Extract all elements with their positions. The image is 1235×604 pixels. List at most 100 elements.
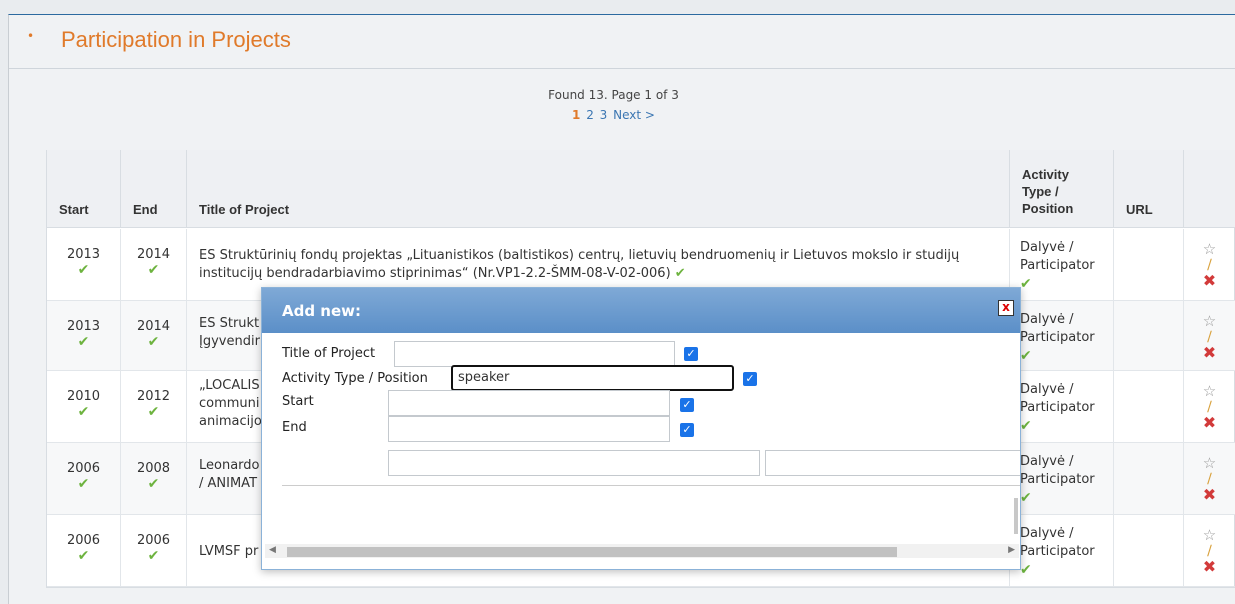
cell-start: 2010 ✔: [47, 371, 121, 442]
dialog-title: Add new:: [282, 302, 362, 320]
header-url[interactable]: URL: [1114, 150, 1184, 228]
cell-end: 2014 ✔: [121, 229, 187, 300]
end-enabled-checkbox[interactable]: ✓: [680, 423, 694, 437]
verified-check-icon: ✔: [147, 476, 160, 492]
title-of-project-input[interactable]: [394, 341, 675, 367]
cell-end: 2014 ✔: [121, 301, 187, 370]
divider: [282, 485, 1020, 486]
header-start-label: Start: [59, 202, 89, 217]
cell-end: 2012 ✔: [121, 371, 187, 442]
verified-check-icon: ✔: [1020, 490, 1032, 506]
results-summary: Found 13. Page 1 of 3: [548, 88, 679, 102]
start-year: 2013: [66, 247, 101, 262]
header-title[interactable]: Title of Project: [187, 150, 1010, 228]
scrollbar-thumb[interactable]: [287, 547, 897, 557]
panel-header: • Participation in Projects: [9, 15, 1235, 69]
activity-value: Dalyvė / Participator: [1020, 526, 1095, 559]
delete-icon[interactable]: ✖: [1203, 559, 1216, 575]
start-input[interactable]: [388, 390, 670, 416]
extra-input-2[interactable]: [765, 450, 1020, 476]
pagination: 1 2 3 Next >: [0, 108, 1227, 122]
delete-icon[interactable]: ✖: [1203, 415, 1216, 431]
cell-activity: Dalyvė / Participator ✔: [1010, 301, 1114, 370]
cell-url: [1114, 229, 1184, 300]
panel-title: Participation in Projects: [61, 27, 291, 52]
scroll-left-icon[interactable]: ◀: [269, 545, 276, 555]
header-end-label: End: [133, 202, 158, 217]
favorite-star-icon[interactable]: ☆: [1203, 313, 1216, 329]
cell-start: 2006 ✔: [47, 515, 121, 586]
favorite-star-icon[interactable]: ☆: [1203, 527, 1216, 543]
favorite-star-icon[interactable]: ☆: [1203, 383, 1216, 399]
verified-check-icon: ✔: [147, 404, 160, 420]
activity-value: Dalyvė / Participator: [1020, 240, 1095, 273]
title-enabled-checkbox[interactable]: ✓: [684, 347, 698, 361]
end-input[interactable]: [388, 416, 670, 442]
cell-url: [1114, 371, 1184, 442]
verified-check-icon: ✔: [1020, 418, 1032, 434]
cell-start: 2006 ✔: [47, 443, 121, 514]
vertical-scrollbar[interactable]: [1014, 498, 1018, 534]
header-actions: [1184, 150, 1235, 228]
collapse-toggle-icon[interactable]: •: [27, 29, 34, 43]
end-year: 2008: [136, 461, 171, 476]
end-year: 2012: [136, 389, 171, 404]
cell-url: [1114, 301, 1184, 370]
cell-actions: ☆ ∕ ✖: [1184, 371, 1235, 442]
horizontal-scrollbar[interactable]: ◀ ▶: [265, 544, 1019, 558]
verified-check-icon: ✔: [77, 476, 90, 492]
verified-check-icon: ✔: [1020, 562, 1032, 578]
page-link-2[interactable]: 2: [586, 108, 594, 122]
delete-icon[interactable]: ✖: [1203, 345, 1216, 361]
cell-actions: ☆ ∕ ✖: [1184, 229, 1235, 300]
delete-icon[interactable]: ✖: [1203, 273, 1216, 289]
favorite-star-icon[interactable]: ☆: [1203, 241, 1216, 257]
header-activity[interactable]: Activity Type / Position: [1010, 150, 1114, 228]
verified-check-icon: ✔: [147, 548, 160, 564]
header-end[interactable]: End: [121, 150, 187, 228]
start-year: 2006: [66, 533, 101, 548]
activity-enabled-checkbox[interactable]: ✓: [743, 372, 757, 386]
start-year: 2010: [66, 389, 101, 404]
header-start[interactable]: Start: [47, 150, 121, 228]
activity-value: Dalyvė / Participator: [1020, 454, 1095, 487]
extra-input-1[interactable]: [388, 450, 760, 476]
cell-activity: Dalyvė / Participator ✔: [1010, 443, 1114, 514]
activity-value: Dalyvė / Participator: [1020, 382, 1095, 415]
start-year: 2006: [66, 461, 101, 476]
next-page-link[interactable]: Next >: [613, 108, 655, 122]
project-title: LVMSF pr: [199, 544, 259, 559]
cell-end: 2008 ✔: [121, 443, 187, 514]
activity-type-value: speaker: [458, 370, 510, 385]
verified-check-icon: ✔: [77, 404, 90, 420]
cell-start: 2013 ✔: [47, 301, 121, 370]
cell-actions: ☆ ∕ ✖: [1184, 301, 1235, 370]
verified-check-icon: ✔: [147, 334, 160, 350]
activity-type-input[interactable]: speaker: [451, 365, 734, 391]
cell-activity: Dalyvė / Participator ✔: [1010, 229, 1114, 300]
cell-start: 2013 ✔: [47, 229, 121, 300]
header-url-label: URL: [1126, 202, 1153, 217]
verified-check-icon: ✔: [147, 262, 160, 278]
page-link-3[interactable]: 3: [600, 108, 608, 122]
close-icon[interactable]: x: [998, 300, 1014, 316]
cell-url: [1114, 443, 1184, 514]
activity-value: Dalyvė / Participator: [1020, 312, 1095, 345]
title-of-project-label: Title of Project: [282, 346, 376, 361]
verified-check-icon: ✔: [77, 548, 90, 564]
scroll-right-icon[interactable]: ▶: [1008, 545, 1015, 555]
page-current: 1: [572, 108, 581, 122]
cell-activity: Dalyvė / Participator ✔: [1010, 371, 1114, 442]
add-new-dialog: Add new: x Title of Project ✓ Activity T…: [261, 287, 1021, 570]
delete-icon[interactable]: ✖: [1203, 487, 1216, 503]
favorite-star-icon[interactable]: ☆: [1203, 455, 1216, 471]
verified-check-icon: ✔: [1020, 276, 1032, 292]
start-year: 2013: [66, 319, 101, 334]
project-title: ES Struktūrinių fondų projektas „Lituani…: [199, 248, 960, 281]
end-year: 2014: [136, 319, 171, 334]
start-enabled-checkbox[interactable]: ✓: [680, 398, 694, 412]
start-label: Start: [282, 394, 314, 409]
activity-type-label: Activity Type / Position: [282, 371, 428, 386]
verified-check-icon: ✔: [674, 266, 686, 281]
end-label: End: [282, 420, 307, 435]
